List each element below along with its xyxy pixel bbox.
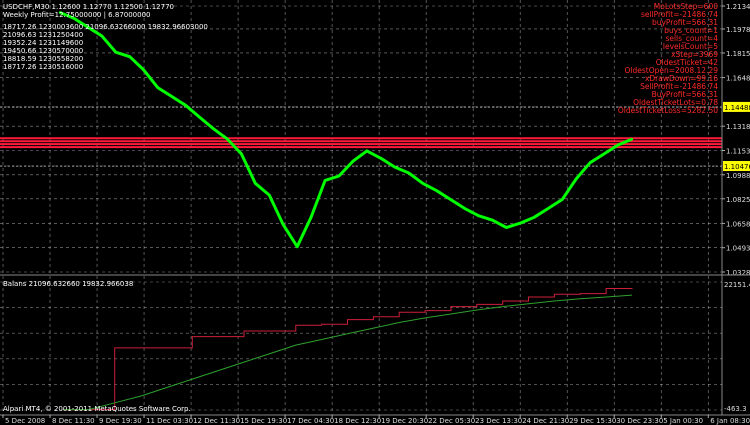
time-tick-label: 22 Dec 05:30 xyxy=(428,417,475,425)
time-axis[interactable]: 5 Dec 2008 8 Dec 11:30 9 Dec 19:30 11 Dec 0… xyxy=(2,415,750,425)
indicator-top-value: 22151.4 xyxy=(724,281,750,289)
indicator-bottom-value: -463.3 xyxy=(724,405,747,413)
price-point xyxy=(574,177,578,181)
price-point xyxy=(295,245,299,248)
price-tick-label: 1.04930 xyxy=(726,245,750,253)
price-point xyxy=(491,218,494,222)
price-tick-label: 1.18150 xyxy=(726,50,750,58)
price-tick-label: 1.14488 xyxy=(724,104,750,112)
time-tick-label: 23 Dec 13:30 xyxy=(475,417,522,425)
time-tick-label: 8 Dec 11:30 xyxy=(52,417,95,425)
time-tick-label: 9 Dec 19:30 xyxy=(99,417,142,425)
price-point xyxy=(393,165,397,169)
price-point xyxy=(630,137,634,141)
price-point xyxy=(142,68,145,72)
price-point xyxy=(533,216,536,219)
price-point xyxy=(100,34,104,38)
time-tick-label: 29 Dec 15:30 xyxy=(569,417,616,425)
price-point xyxy=(616,143,620,147)
price-point xyxy=(282,223,285,226)
info-row: 19352.24 1231149600 xyxy=(3,39,83,47)
info-row: 18717.26 1230003600 21096.63266000 19832… xyxy=(3,23,208,31)
price-tick-label: 1.06580 xyxy=(726,220,750,228)
price-point xyxy=(588,161,592,164)
price-point xyxy=(463,207,466,210)
price-point xyxy=(421,182,424,185)
info-row: 19450.66 1230570000 xyxy=(3,47,83,55)
info-row: 18818.59 1230558200 xyxy=(3,55,83,63)
price-point xyxy=(547,207,550,210)
time-tick-label: 24 Dec 21:30 xyxy=(522,417,569,425)
price-point xyxy=(337,174,341,178)
price-point xyxy=(212,127,215,131)
price-tick-label: 1.08250 xyxy=(726,196,750,204)
price-tick-label: 1.09880 xyxy=(726,172,750,180)
price-point xyxy=(309,216,313,219)
price-point xyxy=(226,137,229,141)
time-tick-label: 30 Dec 23:30 xyxy=(616,417,663,425)
time-tick-label: 17 Dec 04:30 xyxy=(287,417,334,425)
price-point xyxy=(365,149,369,153)
price-point xyxy=(449,198,452,201)
info-row: 21096.63 1231250400 xyxy=(3,31,83,39)
weekly-profit: Weekly Profit=12.75000000 | 6.87000000 xyxy=(3,11,151,19)
time-tick-label: 12 Dec 11:30 xyxy=(193,417,240,425)
price-tick-label: 1.21340 xyxy=(726,3,750,11)
price-point xyxy=(519,221,522,225)
info-row: 18717.26 1230516000 xyxy=(3,63,83,71)
price-tick-label: 1.03280 xyxy=(726,269,750,277)
time-tick-label: 5 Dec 2008 xyxy=(5,417,45,425)
price-point xyxy=(323,179,327,182)
symbol-line: USDCHF,M30 1.12600 1.12770 1.12500 1.127… xyxy=(3,3,174,11)
trading-chart-window[interactable]: 1.21340 1.19780 1.18150 1.16480 1.14488 1.131… xyxy=(0,0,750,425)
indicator-label: Balans 21096.632660 19832.966038 xyxy=(3,280,133,288)
price-tick-label: 1.13180 xyxy=(726,123,750,131)
price-point xyxy=(561,198,564,201)
price-point xyxy=(351,160,355,163)
price-tick-label: 1.16480 xyxy=(726,75,750,83)
price-point xyxy=(602,152,606,156)
price-point xyxy=(128,55,131,58)
stat-line: OldestTicketLoss=5282.50 xyxy=(618,106,718,115)
price-point xyxy=(254,182,257,185)
price-tick-label: 1.11530 xyxy=(726,147,750,155)
time-tick-label: 18 Dec 12:30 xyxy=(334,417,381,425)
price-point xyxy=(184,104,187,107)
price-point xyxy=(240,152,243,156)
time-tick-label: 6 Jan 08:30 xyxy=(710,417,750,425)
price-point xyxy=(268,193,271,197)
time-tick-label: 5 Jan 00:30 xyxy=(663,417,703,425)
price-point xyxy=(156,86,159,89)
copyright-text: Alpari MT4, © 2001-2011 MetaQuotes Softw… xyxy=(3,405,191,413)
price-point xyxy=(114,51,118,54)
time-tick-label: 11 Dec 03:30 xyxy=(146,417,193,425)
time-tick-label: 19 Dec 20:30 xyxy=(381,417,428,425)
price-point xyxy=(505,226,508,229)
price-point xyxy=(407,171,410,175)
price-tick-label: 1.10476 xyxy=(724,163,750,171)
price-point xyxy=(435,189,438,192)
price-tick-label: 1.19780 xyxy=(726,26,750,34)
time-tick-label: 15 Dec 19:30 xyxy=(240,417,287,425)
price-point xyxy=(170,95,173,98)
chart-background xyxy=(0,0,750,425)
price-point xyxy=(477,214,480,217)
price-point xyxy=(198,115,201,119)
price-point xyxy=(379,157,383,160)
